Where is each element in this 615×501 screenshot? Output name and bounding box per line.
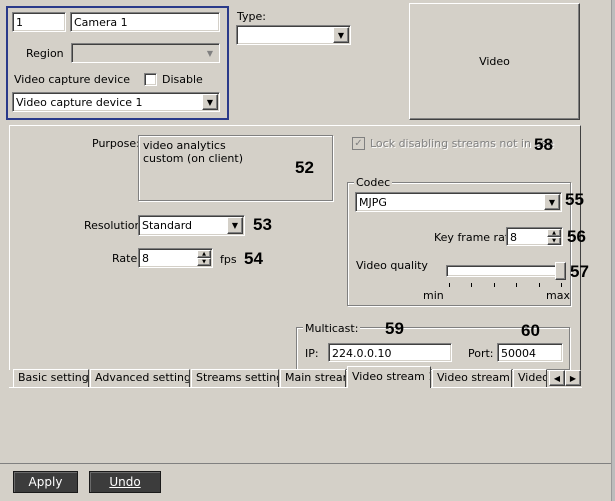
tab-video[interactable]: Video: [513, 369, 547, 387]
capture-device-label: Video capture device: [14, 73, 131, 86]
purpose-label: Purpose:: [92, 137, 140, 150]
slider-track: [446, 265, 564, 277]
key-frame-label: Key frame rate: [434, 231, 516, 244]
key-frame-spin-buttons[interactable]: ▲ ▼: [547, 229, 561, 245]
quality-max-label: max: [546, 289, 570, 302]
tab-scroll-left[interactable]: ◀: [549, 370, 565, 386]
callout-58: 58: [534, 135, 553, 154]
slider-ticks: [444, 283, 566, 288]
callout-57: 57: [570, 262, 589, 281]
camera-id-field[interactable]: 1: [12, 12, 66, 32]
multicast-legend: Multicast:: [303, 322, 361, 335]
video-quality-slider[interactable]: [444, 262, 566, 288]
slider-tick: [449, 283, 450, 287]
rate-stepper[interactable]: 8 ▲ ▼: [138, 248, 213, 268]
apply-button[interactable]: Apply: [13, 471, 78, 493]
slider-thumb[interactable]: [555, 262, 566, 280]
slider-tick: [516, 283, 517, 287]
disable-checkbox[interactable]: [144, 73, 157, 86]
chevron-down-icon: ▼: [202, 94, 218, 110]
chevron-left-icon: ◀: [553, 373, 561, 383]
region-value: [72, 44, 219, 48]
rate-spin-buttons[interactable]: ▲ ▼: [197, 250, 211, 266]
camera-name-field[interactable]: Camera 1: [70, 12, 220, 32]
undo-label: Undo: [109, 475, 141, 489]
callout-54: 54: [244, 249, 263, 268]
port-label: Port:: [468, 347, 494, 360]
region-label: Region: [26, 47, 64, 60]
lock-label: Lock disabling streams not in use: [370, 137, 554, 150]
chevron-right-icon: ▶: [569, 373, 577, 383]
tab-video-stream-1[interactable]: Video stream 1: [347, 366, 431, 388]
lock-checkbox[interactable]: ✓: [352, 137, 365, 150]
tab-main-stream[interactable]: Main stream: [280, 369, 346, 387]
callout-52: 52: [295, 158, 314, 177]
window-right-edge: [611, 0, 615, 501]
undo-button[interactable]: Undo: [89, 471, 161, 493]
spin-down-icon[interactable]: ▼: [197, 258, 211, 266]
video-preview-label: Video: [479, 55, 510, 68]
resolution-dropdown[interactable]: Standard ▼: [138, 215, 245, 236]
tab-basic-settings[interactable]: Basic settings: [13, 369, 89, 387]
callout-56: 56: [567, 227, 586, 246]
slider-tick: [494, 283, 495, 287]
callout-59: 59: [385, 319, 404, 338]
codec-legend: Codec: [354, 176, 393, 189]
region-dropdown[interactable]: ▼: [71, 43, 220, 63]
chevron-down-icon: ▼: [544, 194, 560, 210]
callout-55: 55: [565, 190, 584, 209]
purpose-line-1: video analytics: [143, 139, 226, 152]
ip-input[interactable]: 224.0.0.10: [328, 343, 452, 362]
slider-tick: [561, 283, 562, 287]
tab-scroll-right[interactable]: ▶: [565, 370, 581, 386]
chevron-down-icon: ▼: [333, 27, 349, 43]
video-quality-label: Video quality: [356, 259, 428, 272]
ip-label: IP:: [305, 347, 319, 360]
quality-min-label: min: [423, 289, 444, 302]
video-preview[interactable]: Video: [409, 3, 580, 120]
codec-dropdown[interactable]: MJPG ▼: [355, 192, 562, 212]
callout-53: 53: [253, 215, 272, 234]
capture-device-value: Video capture device 1: [16, 96, 143, 109]
tab-video-stream-2[interactable]: Video stream 2: [432, 369, 512, 387]
tab-streams-settings[interactable]: Streams settings: [191, 369, 279, 387]
spin-up-icon[interactable]: ▲: [547, 229, 561, 237]
slider-tick: [539, 283, 540, 287]
codec-value: MJPG: [359, 196, 387, 209]
spin-down-icon[interactable]: ▼: [547, 237, 561, 245]
chevron-down-icon: ▼: [227, 217, 243, 234]
chevron-down-icon: ▼: [206, 48, 214, 58]
slider-tick: [471, 283, 472, 287]
tab-strip-baseline: [9, 387, 582, 388]
rate-label: Rate: [112, 252, 138, 265]
tab-advanced-settings[interactable]: Advanced settings: [90, 369, 190, 387]
type-dropdown[interactable]: ▼: [236, 25, 351, 45]
spin-up-icon[interactable]: ▲: [197, 250, 211, 258]
callout-60: 60: [521, 321, 540, 340]
type-label: Type:: [237, 10, 266, 23]
capture-device-dropdown[interactable]: Video capture device 1 ▼: [12, 92, 220, 112]
resolution-label: Resolution: [84, 219, 142, 232]
disable-label: Disable: [162, 73, 203, 86]
port-input[interactable]: 50004: [497, 343, 563, 362]
rate-unit: fps: [220, 253, 237, 266]
key-frame-stepper[interactable]: 8 ▲ ▼: [506, 227, 563, 246]
